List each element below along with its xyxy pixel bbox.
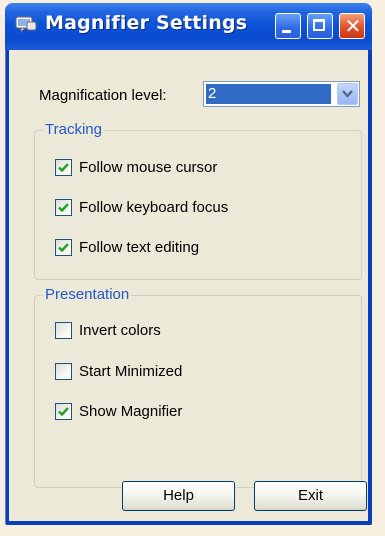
checkbox-label: Show Magnifier: [79, 403, 183, 420]
presentation-group: Presentation Invert colors Start Minimiz…: [34, 286, 362, 488]
checkbox-box[interactable]: [55, 322, 72, 339]
close-icon: ✕: [344, 14, 362, 38]
magnification-level-label: Magnification level:: [39, 87, 167, 104]
checkmark-icon: [58, 163, 69, 173]
checkbox-box[interactable]: [55, 199, 72, 216]
checkbox-label: Invert colors: [79, 322, 161, 339]
tracking-group: Tracking Follow mouse cursor Follow keyb…: [34, 121, 362, 280]
magnification-level-select[interactable]: 2: [203, 81, 360, 107]
checkbox-box[interactable]: [55, 403, 72, 420]
exit-button[interactable]: Exit: [254, 481, 367, 511]
magnifier-settings-window: Magnifier Settings ✕ Magnification level…: [5, 3, 372, 525]
tracking-group-label: Tracking: [43, 121, 104, 138]
chevron-down-icon: [342, 90, 353, 98]
checkbox-label: Follow keyboard focus: [79, 199, 229, 216]
presentation-group-label: Presentation: [43, 286, 132, 303]
minimize-icon: [282, 30, 291, 33]
checkbox-label: Follow text editing: [79, 239, 200, 256]
window-title: Magnifier Settings: [45, 12, 248, 34]
checkmark-icon: [58, 407, 69, 417]
close-button[interactable]: ✕: [339, 13, 365, 39]
dialog-client-area: Magnification level: 2 Tracking Follow m…: [9, 50, 368, 521]
checkbox-box[interactable]: [55, 239, 72, 256]
help-button[interactable]: Help: [122, 481, 235, 511]
checkbox-label: Start Minimized: [79, 363, 183, 380]
exit-button-label: Exit: [297, 487, 323, 504]
maximize-button[interactable]: [307, 13, 333, 39]
desktop-background: Magnifier Settings ✕ Magnification level…: [0, 0, 385, 536]
help-button-label: Help: [163, 487, 194, 504]
minimize-button[interactable]: [275, 13, 301, 39]
checkmark-icon: [58, 243, 69, 253]
maximize-icon: [313, 19, 325, 31]
checkbox-box[interactable]: [55, 159, 72, 176]
checkbox-label: Follow mouse cursor: [79, 159, 218, 176]
magnification-level-value: 2: [206, 84, 331, 104]
checkbox-box[interactable]: [55, 363, 72, 380]
magnifier-app-icon: [15, 16, 37, 34]
title-bar[interactable]: Magnifier Settings ✕: [5, 3, 372, 50]
checkmark-icon: [58, 203, 69, 213]
dropdown-arrow-button[interactable]: [337, 83, 358, 105]
